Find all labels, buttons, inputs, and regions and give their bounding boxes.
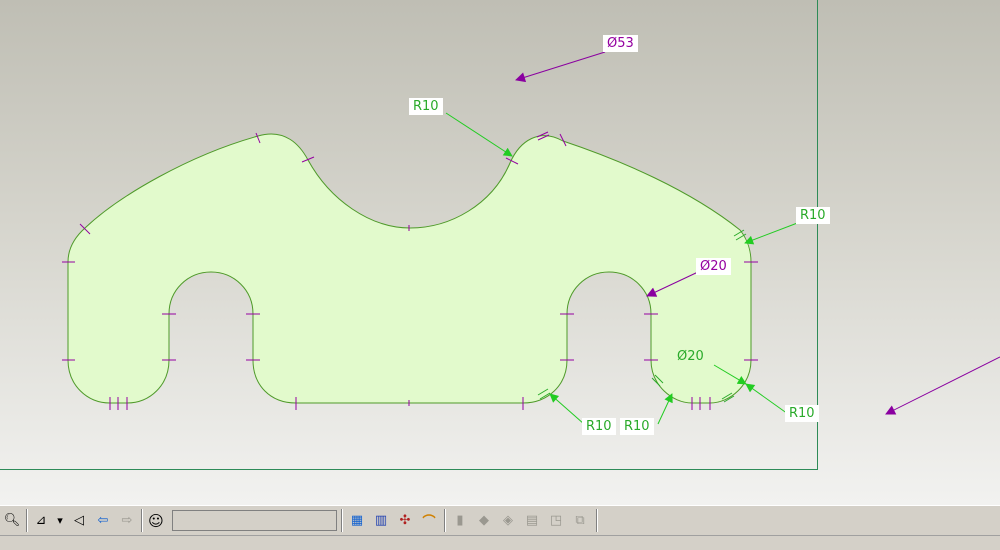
disabled-tool-2-icon[interactable]: ◆ [474, 510, 494, 531]
dropdown-arrow-icon[interactable]: ▾ [54, 510, 66, 531]
shaded-block-icon[interactable]: ▦ [347, 510, 367, 531]
disabled-tool-1-icon[interactable]: ▮ [450, 510, 470, 531]
toolbar-field[interactable] [172, 510, 337, 531]
toolbar-separator [141, 509, 143, 532]
disabled-tool-4-icon[interactable]: ▤ [522, 510, 542, 531]
next-view-icon[interactable]: ⇨ [117, 510, 137, 531]
view-toolbar: 🔍︎ ⊿ ▾ ◁ ⇦ ⇨ ☺ ▦ ▥ ✣ ⌒ ▮ ◆ ◈ ▤ ◳ ⧉ [0, 505, 1000, 535]
status-bar [0, 535, 1000, 550]
pipe-sweep-icon[interactable]: ⌒ [419, 510, 439, 531]
radius-10-right-label[interactable]: R10 [796, 207, 830, 224]
zoom-out-icon[interactable]: 🔍︎ [2, 510, 22, 531]
radius-10-bottom-right-label[interactable]: R10 [785, 405, 819, 422]
previous-view-icon[interactable]: ⇦ [93, 510, 113, 531]
diameter-53-label[interactable]: Ø53 [603, 35, 638, 52]
datum-axis-icon[interactable]: ✣ [395, 510, 415, 531]
diameter-20-right-label[interactable]: Ø20 [696, 258, 731, 275]
disabled-tool-6-icon[interactable]: ⧉ [570, 510, 590, 531]
toolbar-separator [444, 509, 446, 532]
toolbar-separator [26, 509, 28, 532]
sketch-canvas[interactable] [0, 0, 1000, 505]
part-profile[interactable] [67, 133, 752, 404]
toolbar-separator [596, 509, 598, 532]
disabled-tool-5-icon[interactable]: ◳ [546, 510, 566, 531]
view-orient-icon[interactable]: ◁ [70, 510, 88, 531]
sketch-plane-icon[interactable]: ⊿ [32, 510, 50, 531]
toolbar-separator [341, 509, 343, 532]
graphics-viewport[interactable]: Ø53 R10 R10 Ø20 Ø20 R10 R10 R10 [0, 0, 1000, 505]
radius-10-top-label[interactable]: R10 [409, 98, 443, 115]
radius-10-bottom-left-label[interactable]: R10 [582, 418, 616, 435]
disabled-tool-3-icon[interactable]: ◈ [498, 510, 518, 531]
feature-tool-icon[interactable]: ▥ [371, 510, 391, 531]
diameter-20-lower-label[interactable]: Ø20 [673, 348, 708, 365]
radius-10-bottom-mid-label[interactable]: R10 [620, 418, 654, 435]
smiley-icon[interactable]: ☺ [146, 510, 166, 531]
